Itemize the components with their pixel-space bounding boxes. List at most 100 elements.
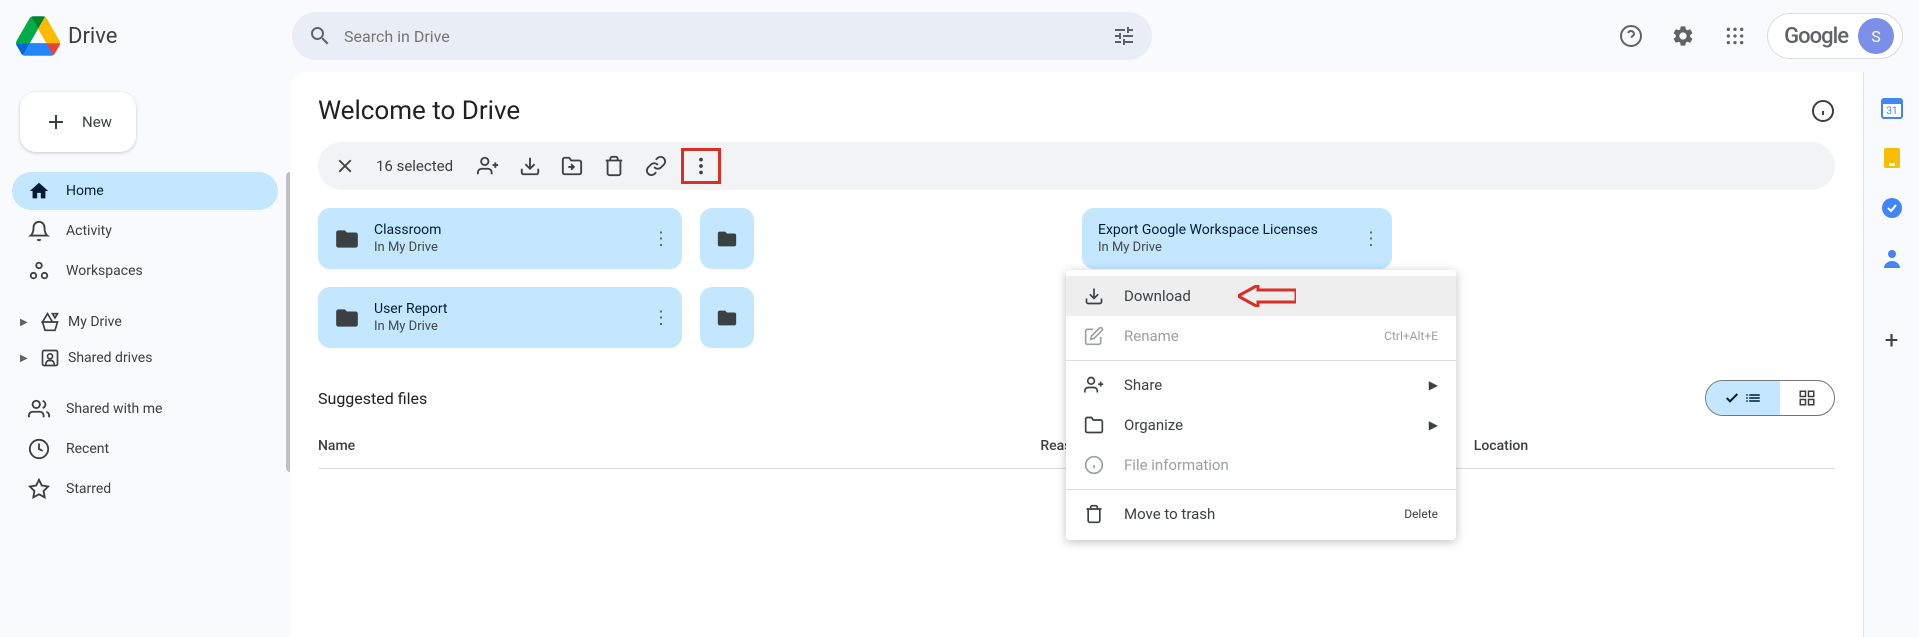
link-button[interactable]: [645, 155, 667, 177]
add-rail-icon[interactable]: +: [1885, 326, 1899, 354]
col-name[interactable]: Name: [318, 438, 1040, 454]
main-panel: Welcome to Drive 16 selected Classroom In…: [290, 72, 1863, 637]
list-view-button[interactable]: [1706, 381, 1780, 415]
google-label: Google: [1784, 24, 1848, 49]
trash-button[interactable]: [603, 155, 625, 177]
suggested-title: Suggested files: [318, 389, 427, 408]
folder-icon: [716, 226, 738, 252]
folder-icon: [334, 305, 360, 331]
view-toggle: [1705, 380, 1835, 416]
ctx-label: Download: [1124, 287, 1191, 305]
separator: [1066, 489, 1456, 490]
file-name: Classroom: [374, 222, 441, 238]
file-row-1: Classroom In My Drive ⋮ Export Google Wor…: [318, 208, 1835, 269]
apps-icon[interactable]: [1715, 16, 1755, 56]
ctx-rename: Rename Ctrl+Alt+E: [1066, 316, 1456, 356]
download-icon: [1084, 286, 1104, 306]
page-title: Welcome to Drive: [318, 96, 520, 126]
grid-view-button[interactable]: [1780, 381, 1834, 415]
chevron-right-icon: ▶: [20, 317, 32, 328]
search-icon: [308, 24, 332, 48]
folder-icon: [716, 305, 738, 331]
sidebar-item-label: Shared with me: [66, 401, 162, 417]
settings-icon[interactable]: [1663, 16, 1703, 56]
file-card[interactable]: Export Google Workspace LicensesIn My Dr…: [1082, 208, 1392, 269]
ctx-label: Rename: [1124, 327, 1179, 345]
file-menu-icon[interactable]: ⋮: [652, 307, 670, 328]
file-card[interactable]: Classroom In My Drive ⋮: [318, 208, 682, 269]
info-icon[interactable]: [1811, 99, 1835, 123]
home-icon: [28, 180, 50, 202]
tasks-icon[interactable]: [1880, 196, 1904, 220]
sidebar-item-workspaces[interactable]: Workspaces: [12, 252, 278, 290]
ctx-label: Move to trash: [1124, 505, 1215, 523]
trash-icon: [1084, 504, 1104, 524]
app-title: Drive: [68, 24, 117, 49]
file-card[interactable]: User ReportIn My Drive ⋮: [318, 287, 682, 348]
file-card[interactable]: [700, 287, 754, 348]
more-options-button[interactable]: [681, 148, 721, 184]
file-card[interactable]: [700, 208, 754, 269]
list-icon: [1744, 389, 1762, 407]
logo-area[interactable]: Drive: [16, 16, 276, 56]
sidebar-item-starred[interactable]: Starred: [12, 470, 278, 508]
grid-icon: [1798, 389, 1816, 407]
header-icons: Google S: [1611, 13, 1903, 59]
person-add-icon: [1084, 375, 1104, 395]
calendar-icon[interactable]: 31: [1880, 96, 1904, 120]
file-location: In My Drive: [1098, 240, 1318, 255]
ctx-share[interactable]: Share ▶: [1066, 365, 1456, 405]
sidebar-item-recent[interactable]: Recent: [12, 430, 278, 468]
ctx-trash[interactable]: Move to trash Delete: [1066, 494, 1456, 534]
search-bar[interactable]: [292, 12, 1152, 60]
help-icon[interactable]: [1611, 16, 1651, 56]
contacts-icon[interactable]: [1880, 246, 1904, 270]
ctx-file-info: File information: [1066, 445, 1456, 485]
download-button[interactable]: [519, 155, 541, 177]
check-icon: [1724, 390, 1740, 406]
chevron-right-icon: ▶: [1429, 378, 1438, 392]
edit-icon: [1084, 326, 1104, 346]
new-button[interactable]: New: [20, 92, 136, 152]
sidebar-item-label: Home: [66, 183, 104, 199]
tree-label: My Drive: [68, 314, 122, 330]
file-name: User Report: [374, 301, 448, 317]
avatar[interactable]: S: [1858, 18, 1894, 54]
ctx-download[interactable]: Download: [1066, 276, 1456, 316]
svg-text:31: 31: [1886, 106, 1897, 117]
new-button-label: New: [82, 113, 112, 131]
drive-icon: [40, 312, 60, 332]
move-button[interactable]: [561, 155, 583, 177]
keep-icon[interactable]: [1880, 146, 1904, 170]
file-menu-icon[interactable]: ⋮: [1362, 228, 1380, 249]
annotation-arrow-icon: [1238, 285, 1296, 307]
bell-icon: [28, 220, 50, 242]
account-badge[interactable]: Google S: [1767, 13, 1903, 59]
file-location: In My Drive: [374, 240, 441, 255]
col-location[interactable]: Location: [1474, 438, 1835, 454]
drive-logo-icon: [16, 16, 60, 56]
chevron-right-icon: ▶: [20, 353, 32, 364]
ctx-shortcut: Ctrl+Alt+E: [1384, 329, 1438, 343]
close-selection-icon[interactable]: [334, 155, 356, 177]
tree-label: Shared drives: [68, 350, 152, 366]
sidebar-tree-mydrive[interactable]: ▶ My Drive: [12, 304, 278, 340]
file-menu-icon[interactable]: ⋮: [652, 228, 670, 249]
ctx-label: Organize: [1124, 416, 1183, 434]
sidebar-item-sharedwithme[interactable]: Shared with me: [12, 390, 278, 428]
info-icon: [1084, 455, 1104, 475]
right-rail: 31 +: [1863, 72, 1919, 637]
sidebar-tree-shareddrives[interactable]: ▶ Shared drives: [12, 340, 278, 376]
tune-icon[interactable]: [1112, 24, 1136, 48]
sidebar-item-label: Workspaces: [66, 263, 143, 279]
share-button[interactable]: [477, 155, 499, 177]
workspaces-icon: [28, 260, 50, 282]
selection-count: 16 selected: [376, 157, 453, 175]
ctx-organize[interactable]: Organize ▶: [1066, 405, 1456, 445]
top-bar: Drive Google S: [0, 0, 1919, 72]
sidebar-item-activity[interactable]: Activity: [12, 212, 278, 250]
search-input[interactable]: [332, 27, 1112, 46]
sidebar-item-home[interactable]: Home: [12, 172, 278, 210]
chevron-right-icon: ▶: [1429, 418, 1438, 432]
sidebar-item-label: Recent: [66, 441, 109, 457]
